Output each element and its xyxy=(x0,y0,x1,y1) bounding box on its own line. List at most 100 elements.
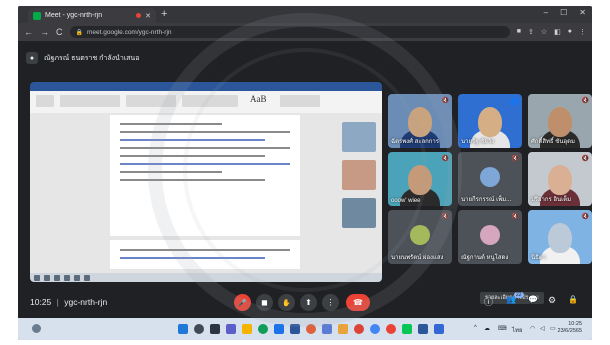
participant-avatar xyxy=(480,167,500,187)
participant-tile[interactable]: 🔇 ณัฐกานต์ หนูโสดง xyxy=(458,210,522,264)
muted-mic-icon: 🔇 xyxy=(581,98,589,104)
participant-name: นายรัฐ ชัยวัง xyxy=(461,139,495,145)
battery-icon[interactable]: ▭ xyxy=(550,325,556,332)
participant-tile[interactable]: 🔇 ปริยากร อินเต็ม xyxy=(528,152,592,206)
leave-call-button[interactable]: ☎ xyxy=(346,294,370,311)
participant-tile[interactable]: 🔇 นายนพรัตน์ ผ่องแสง xyxy=(388,210,452,264)
file-explorer-icon[interactable] xyxy=(242,324,252,334)
sidebar-icon[interactable]: ◧ xyxy=(554,28,561,36)
people-count-badge: 22 xyxy=(514,292,524,298)
muted-mic-icon: 🔇 xyxy=(511,214,519,220)
participant-face xyxy=(548,107,572,137)
participant-tile[interactable]: 🔇 ooow' wiee xyxy=(388,152,452,206)
volume-icon[interactable]: ◁ xyxy=(540,325,545,332)
participant-tile[interactable]: 🔇 นายกีรกรรณ์ เพ็ม... xyxy=(458,152,522,206)
present-now-button[interactable]: ⬆ xyxy=(300,294,317,311)
meet-window: Meet - ygc-nrth-rjn ✕ + – ☐ ✕ ← → C 🔒 me… xyxy=(18,6,592,340)
chat-icon[interactable]: 💬 xyxy=(528,295,538,304)
wifi-icon[interactable]: ◠ xyxy=(530,325,535,332)
word-canvas xyxy=(30,113,382,273)
page-break xyxy=(110,236,300,240)
app-icon-3[interactable] xyxy=(386,324,396,334)
raise-hand-button[interactable]: ✋ xyxy=(278,294,295,311)
task-view-icon[interactable] xyxy=(210,324,220,334)
teams-icon[interactable] xyxy=(226,324,236,334)
word-running-icon[interactable] xyxy=(418,324,428,334)
maximize-icon[interactable]: ☐ xyxy=(560,8,567,17)
muted-mic-icon: 🔇 xyxy=(581,214,589,220)
hand-icon: ✋ xyxy=(282,299,291,307)
tab-title: Meet - ygc-nrth-rjn xyxy=(45,12,103,19)
recording-dot-icon xyxy=(136,13,142,18)
meeting-details-icon[interactable]: ⓘ xyxy=(484,295,493,308)
meet-control-bar: 10:25 | ygc-nrth-rjn 🎤 ◼ ✋ ⬆ ⋮ ☎ ⓘ 👥 22 … xyxy=(18,287,592,317)
address-bar[interactable]: 🔒 meet.google.com/ygc-nrth-rjn xyxy=(69,26,510,38)
tray-app-icon[interactable]: ☁ xyxy=(484,325,490,332)
presenting-text: ณัฐภรณ์ ธนตราช กำลังนำเสนอ xyxy=(44,54,140,62)
close-window-icon[interactable]: ✕ xyxy=(579,8,586,17)
ribbon-styles xyxy=(182,95,238,107)
forward-icon[interactable]: → xyxy=(40,27,49,37)
share-icon[interactable]: ⇪ xyxy=(528,28,534,36)
firefox-icon[interactable] xyxy=(306,324,316,334)
reload-icon[interactable]: C xyxy=(56,27,63,37)
ribbon-paragraph xyxy=(126,95,176,107)
word-icon[interactable] xyxy=(290,324,300,334)
extension-icons: ■ ⇪ ☆ ◧ ● ⋮ xyxy=(517,28,586,36)
participant-tile[interactable]: 🔇 ฉัตรพงศ์ สะลกการ xyxy=(388,94,452,148)
presenting-banner: ● ณัฐภรณ์ ธนตราช กำลังนำเสนอ xyxy=(26,52,139,64)
muted-mic-icon: 🔇 xyxy=(441,156,449,162)
start-icon[interactable] xyxy=(178,324,188,334)
edge-icon[interactable] xyxy=(258,324,268,334)
app-icon-2[interactable] xyxy=(338,324,348,334)
camera-permission-icon[interactable]: ■ xyxy=(517,28,521,36)
tray-keyboard-icon[interactable]: ⌨ xyxy=(498,325,507,332)
minimize-icon[interactable]: – xyxy=(544,8,548,17)
more-options-button[interactable]: ⋮ xyxy=(322,294,339,311)
chrome-profile-icon[interactable] xyxy=(370,324,380,334)
back-icon[interactable]: ← xyxy=(24,27,33,37)
participant-tile[interactable]: 🔇 นิธิตา xyxy=(528,210,592,264)
bookmark-star-icon[interactable]: ☆ xyxy=(541,28,547,36)
windows-taskbar: ^ ☁ ⌨ ไทย ◠ ◁ ▭ 10:25 23/6/2565 xyxy=(18,318,592,340)
presented-thumb-2 xyxy=(342,160,376,190)
tab-close-icon[interactable]: ✕ xyxy=(145,12,151,20)
speaking-indicator-icon xyxy=(510,97,519,106)
participant-face xyxy=(548,223,572,253)
profile-icon[interactable]: ● xyxy=(568,28,572,36)
url-text: meet.google.com/ygc-nrth-rjn xyxy=(86,28,172,36)
participant-tile[interactable]: นายรัฐ ชัยวัง xyxy=(458,94,522,148)
presented-screen[interactable]: AaB xyxy=(30,82,382,282)
presented-thumb-1 xyxy=(342,122,376,152)
ribbon-editing xyxy=(280,95,320,107)
participant-face xyxy=(548,165,572,195)
browser-menu-icon[interactable]: ⋮ xyxy=(579,28,586,36)
browser-tab-meet[interactable]: Meet - ygc-nrth-rjn ✕ xyxy=(28,8,156,23)
widgets-icon[interactable] xyxy=(32,324,41,333)
host-controls-icon[interactable]: 🔒 xyxy=(568,295,578,304)
line-icon[interactable] xyxy=(402,324,412,334)
app-icon-1[interactable] xyxy=(322,324,332,334)
search-icon[interactable] xyxy=(194,324,204,334)
chrome-icon[interactable] xyxy=(354,324,364,334)
lock-icon: 🔒 xyxy=(75,29,83,36)
mic-toggle-button[interactable]: 🎤 xyxy=(234,294,251,311)
new-tab-button[interactable]: + xyxy=(161,8,167,20)
participant-name: นายนพรัตน์ ผ่องแสง xyxy=(391,255,444,261)
tray-overflow-icon[interactable]: ^ xyxy=(474,325,477,331)
participant-tile[interactable]: 🔇 ศักดิ์สิทธิ์ ขันอุดม xyxy=(528,94,592,148)
participant-avatar xyxy=(410,225,430,245)
present-icon: ⬆ xyxy=(305,298,312,307)
meet-favicon-icon xyxy=(33,11,41,20)
presented-thumb-3 xyxy=(342,198,376,228)
more-icon: ⋮ xyxy=(326,298,335,307)
participant-name: นายกีรกรรณ์ เพ็ม... xyxy=(461,197,512,203)
participant-name: ปริยากร อินเต็ม xyxy=(531,197,572,203)
activities-icon[interactable]: ⚙ xyxy=(548,295,556,306)
app-icon-4[interactable] xyxy=(434,324,444,334)
browser-toolbar: ← → C 🔒 meet.google.com/ygc-nrth-rjn ■ ⇪… xyxy=(18,23,592,41)
store-icon[interactable] xyxy=(274,324,284,334)
taskbar-clock[interactable]: 10:25 23/6/2565 xyxy=(558,321,582,335)
tray-language[interactable]: ไทย xyxy=(512,325,523,335)
camera-toggle-button[interactable]: ◼ xyxy=(256,294,273,311)
